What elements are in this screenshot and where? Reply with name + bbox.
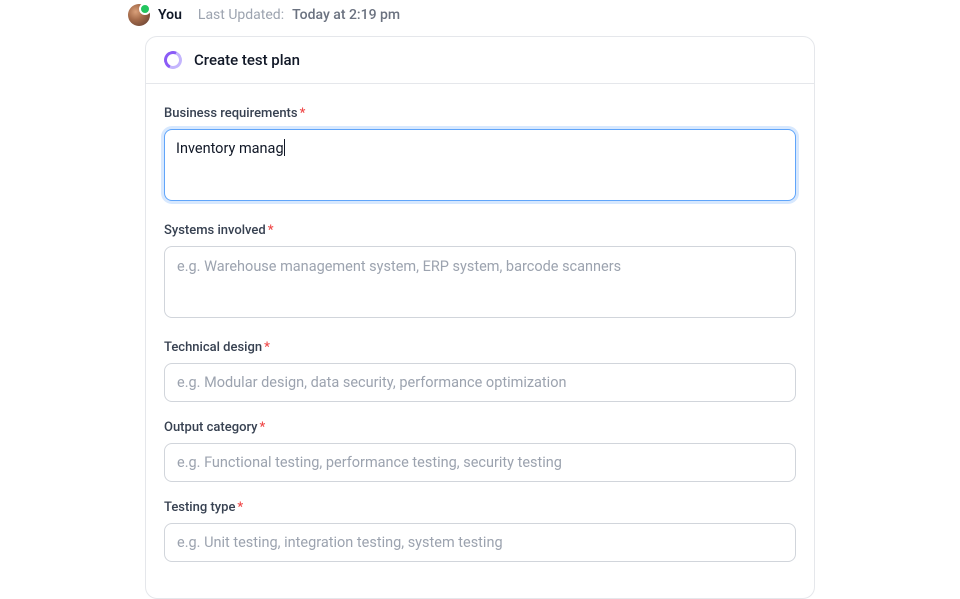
required-asterisk: * [300,106,306,121]
required-asterisk: * [237,500,243,515]
business-requirements-input[interactable] [164,129,796,201]
label-text: Testing type [164,500,235,515]
card-body: Business requirements* Inventory manag S… [146,84,814,598]
systems-involved-input[interactable] [164,246,796,318]
technical-design-input[interactable] [164,363,796,402]
field-systems-involved: Systems involved* [164,223,796,322]
testing-type-label: Testing type* [164,500,796,515]
output-category-input[interactable] [164,443,796,482]
label-text: Technical design [164,340,262,355]
technical-design-label: Technical design* [164,340,796,355]
user-avatar[interactable] [128,4,150,26]
last-updated-label: Last Updated: [198,7,284,23]
field-testing-type: Testing type* [164,500,796,562]
spinner-icon [161,48,184,71]
label-text: Business requirements [164,106,298,121]
create-test-plan-card: Create test plan Business requirements* … [145,36,815,599]
output-category-label: Output category* [164,420,796,435]
field-business-requirements: Business requirements* Inventory manag [164,106,796,205]
systems-involved-label: Systems involved* [164,223,796,238]
business-requirements-label: Business requirements* [164,106,796,121]
user-name: You [158,7,182,23]
required-asterisk: * [268,223,274,238]
meta-header: You Last Updated: Today at 2:19 pm [0,0,960,36]
card-header: Create test plan [146,37,814,84]
card-title: Create test plan [194,51,300,69]
label-text: Systems involved [164,223,266,238]
field-technical-design: Technical design* [164,340,796,402]
required-asterisk: * [260,420,266,435]
last-updated-value: Today at 2:19 pm [292,7,400,23]
field-output-category: Output category* [164,420,796,482]
testing-type-input[interactable] [164,523,796,562]
required-asterisk: * [264,340,270,355]
label-text: Output category [164,420,258,435]
